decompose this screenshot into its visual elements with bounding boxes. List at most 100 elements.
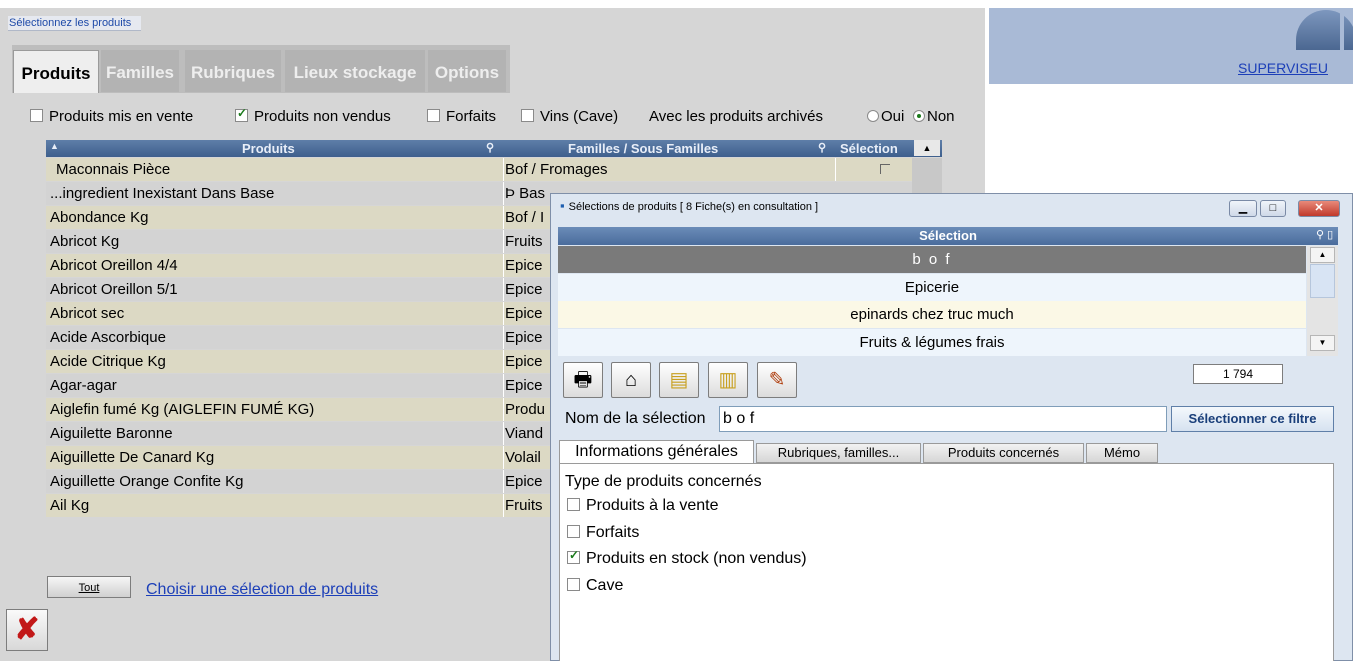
- option-checkbox[interactable]: [567, 498, 580, 511]
- product-name-cell: Aiglefin fumé Kg (AIGLEFIN FUMÉ KG): [50, 401, 315, 418]
- nom-selection-input[interactable]: b o f: [719, 406, 1167, 432]
- selection-list: b o f Epicerie epinards chez truc much Frui…: [558, 246, 1306, 356]
- search-icon[interactable]: ⚲ ▯: [1316, 228, 1333, 241]
- close-icon: ✘: [14, 613, 40, 646]
- column-familles[interactable]: Familles / Sous Familles: [568, 141, 718, 156]
- tab-lieux-stockage[interactable]: Lieux stockage: [285, 50, 425, 92]
- selection-item[interactable]: b o f: [558, 246, 1306, 273]
- window-caption: Sélectionnez les produits: [8, 16, 142, 31]
- option-checkbox[interactable]: [567, 524, 580, 538]
- search-icon[interactable]: ⚲: [486, 141, 494, 154]
- new-button[interactable]: ▤: [659, 362, 699, 398]
- dialog-title: ▪ Sélections de produits [ 8 Fiche(s) en …: [560, 198, 819, 213]
- product-name-cell: Agar-agar: [50, 377, 117, 394]
- filter-produits-non-vendus[interactable]: Produits non vendus: [235, 106, 391, 125]
- minimize-button[interactable]: ▁: [1229, 200, 1257, 217]
- product-name-cell: Abricot sec: [50, 305, 125, 322]
- cell-divider: [503, 182, 504, 205]
- maximize-icon: □: [1269, 202, 1277, 214]
- duplicate-button[interactable]: ▥: [708, 362, 748, 398]
- select-filter-button[interactable]: Sélectionner ce filtre: [1171, 406, 1334, 432]
- cell-divider: [503, 470, 504, 493]
- cell-divider: [503, 494, 504, 517]
- product-name-cell: Aiguillette Orange Confite Kg: [50, 473, 244, 490]
- product-name-cell: Abondance Kg: [50, 209, 149, 226]
- sort-up-icon[interactable]: ▲: [50, 141, 59, 151]
- cell-divider: [503, 350, 504, 373]
- tab-options[interactable]: Options: [428, 50, 506, 92]
- dialog-close-button[interactable]: ✕: [1298, 200, 1340, 217]
- right-top-strip: [985, 0, 1353, 8]
- delete-button[interactable]: ⌂: [611, 362, 651, 398]
- selection-item[interactable]: Epicerie: [558, 273, 1306, 301]
- tab-produits-concernes[interactable]: Produits concernés: [923, 443, 1084, 463]
- column-selection[interactable]: Sélection: [840, 141, 898, 156]
- filter-produits-mis-en-vente[interactable]: Produits mis en vente: [30, 108, 193, 125]
- filter-forfaits[interactable]: Forfaits: [427, 108, 496, 125]
- option-item[interactable]: Forfaits: [567, 524, 639, 542]
- edit-icon: ✎: [768, 369, 786, 391]
- radio-oui[interactable]: Oui: [855, 108, 904, 125]
- print-button[interactable]: 🖶: [563, 362, 603, 398]
- product-name-cell: ...ingredient Inexistant Dans Base: [50, 185, 275, 202]
- tab-produits[interactable]: Produits: [13, 50, 99, 93]
- record-count: 1 794: [1193, 364, 1283, 384]
- tab-rubriques[interactable]: Rubriques: [185, 50, 281, 92]
- app-icon: ▪: [560, 198, 565, 213]
- product-name-cell: Aiguilette Baronne: [50, 425, 173, 442]
- checkbox-produits-mis-en-vente[interactable]: [30, 109, 43, 122]
- tab-familles[interactable]: Familles: [101, 50, 179, 92]
- product-name-cell: Aiguillette De Canard Kg: [50, 449, 215, 466]
- option-item[interactable]: Produits à la vente: [567, 497, 719, 515]
- logo-gap: [1340, 10, 1344, 50]
- cell-divider: [503, 302, 504, 325]
- table-row[interactable]: Maconnais Pièce Bof / Fromages: [46, 158, 912, 181]
- option-label: Produits en stock (non vendus): [586, 550, 807, 567]
- product-name-cell: Acide Ascorbique: [50, 329, 166, 346]
- cell-divider: [503, 230, 504, 253]
- filter-vins-cave[interactable]: Vins (Cave): [521, 108, 618, 125]
- minimize-icon: ▁: [1238, 202, 1248, 214]
- search-icon[interactable]: ⚲: [818, 141, 826, 154]
- tout-button[interactable]: Tout: [47, 576, 131, 598]
- product-name-cell: Maconnais Pièce: [56, 161, 171, 178]
- option-checkbox[interactable]: [567, 577, 580, 591]
- product-name-cell: Ail Kg: [50, 497, 90, 514]
- cell-divider: [503, 422, 504, 445]
- radio-oui-button[interactable]: [867, 110, 879, 122]
- option-item[interactable]: Produits en stock (non vendus): [567, 548, 807, 568]
- cell-divider: [503, 326, 504, 349]
- radio-non-button[interactable]: [913, 110, 925, 122]
- product-name-cell: Acide Citrique Kg: [50, 353, 166, 370]
- grid-scroll-up-button[interactable]: ▲: [914, 140, 940, 156]
- checkbox-forfaits[interactable]: [427, 109, 440, 122]
- cell-divider: [503, 158, 504, 181]
- selection-item[interactable]: Fruits & légumes frais: [558, 328, 1306, 356]
- cell-divider: [503, 278, 504, 301]
- option-label: Produits à la vente: [586, 497, 719, 514]
- trash-icon: ⌂: [624, 369, 638, 391]
- option-checkbox[interactable]: [567, 548, 580, 564]
- filter-label: Produits mis en vente: [49, 108, 194, 125]
- option-item[interactable]: Cave: [567, 577, 623, 595]
- radio-non[interactable]: Non: [913, 108, 955, 125]
- selection-checkbox[interactable]: [880, 164, 890, 174]
- column-produits[interactable]: Produits: [242, 141, 295, 156]
- selection-item[interactable]: epinards chez truc much: [558, 301, 1306, 328]
- checkbox-produits-non-vendus[interactable]: [235, 106, 248, 122]
- checkbox-vins-cave[interactable]: [521, 109, 534, 122]
- product-name-cell: Abricot Oreillon 5/1: [50, 281, 178, 298]
- new-document-icon: ▤: [669, 369, 689, 391]
- tab-rubriques-familles[interactable]: Rubriques, familles...: [756, 443, 921, 463]
- superviseur-link[interactable]: SUPERVISEU: [1238, 60, 1328, 76]
- tab-memo[interactable]: Mémo: [1086, 443, 1158, 463]
- choisir-selection-link[interactable]: Choisir une sélection de produits: [146, 581, 378, 599]
- scroll-thumb[interactable]: [1310, 264, 1335, 298]
- maximize-button[interactable]: □: [1260, 200, 1286, 217]
- close-button[interactable]: ✘: [6, 609, 48, 651]
- tab-informations-generales[interactable]: Informations générales: [559, 440, 754, 464]
- scroll-down-button[interactable]: ▼: [1310, 335, 1335, 351]
- edit-button[interactable]: ✎: [757, 362, 797, 398]
- scroll-up-button[interactable]: ▲: [1310, 247, 1335, 263]
- selection-header[interactable]: Sélection: [558, 227, 1338, 245]
